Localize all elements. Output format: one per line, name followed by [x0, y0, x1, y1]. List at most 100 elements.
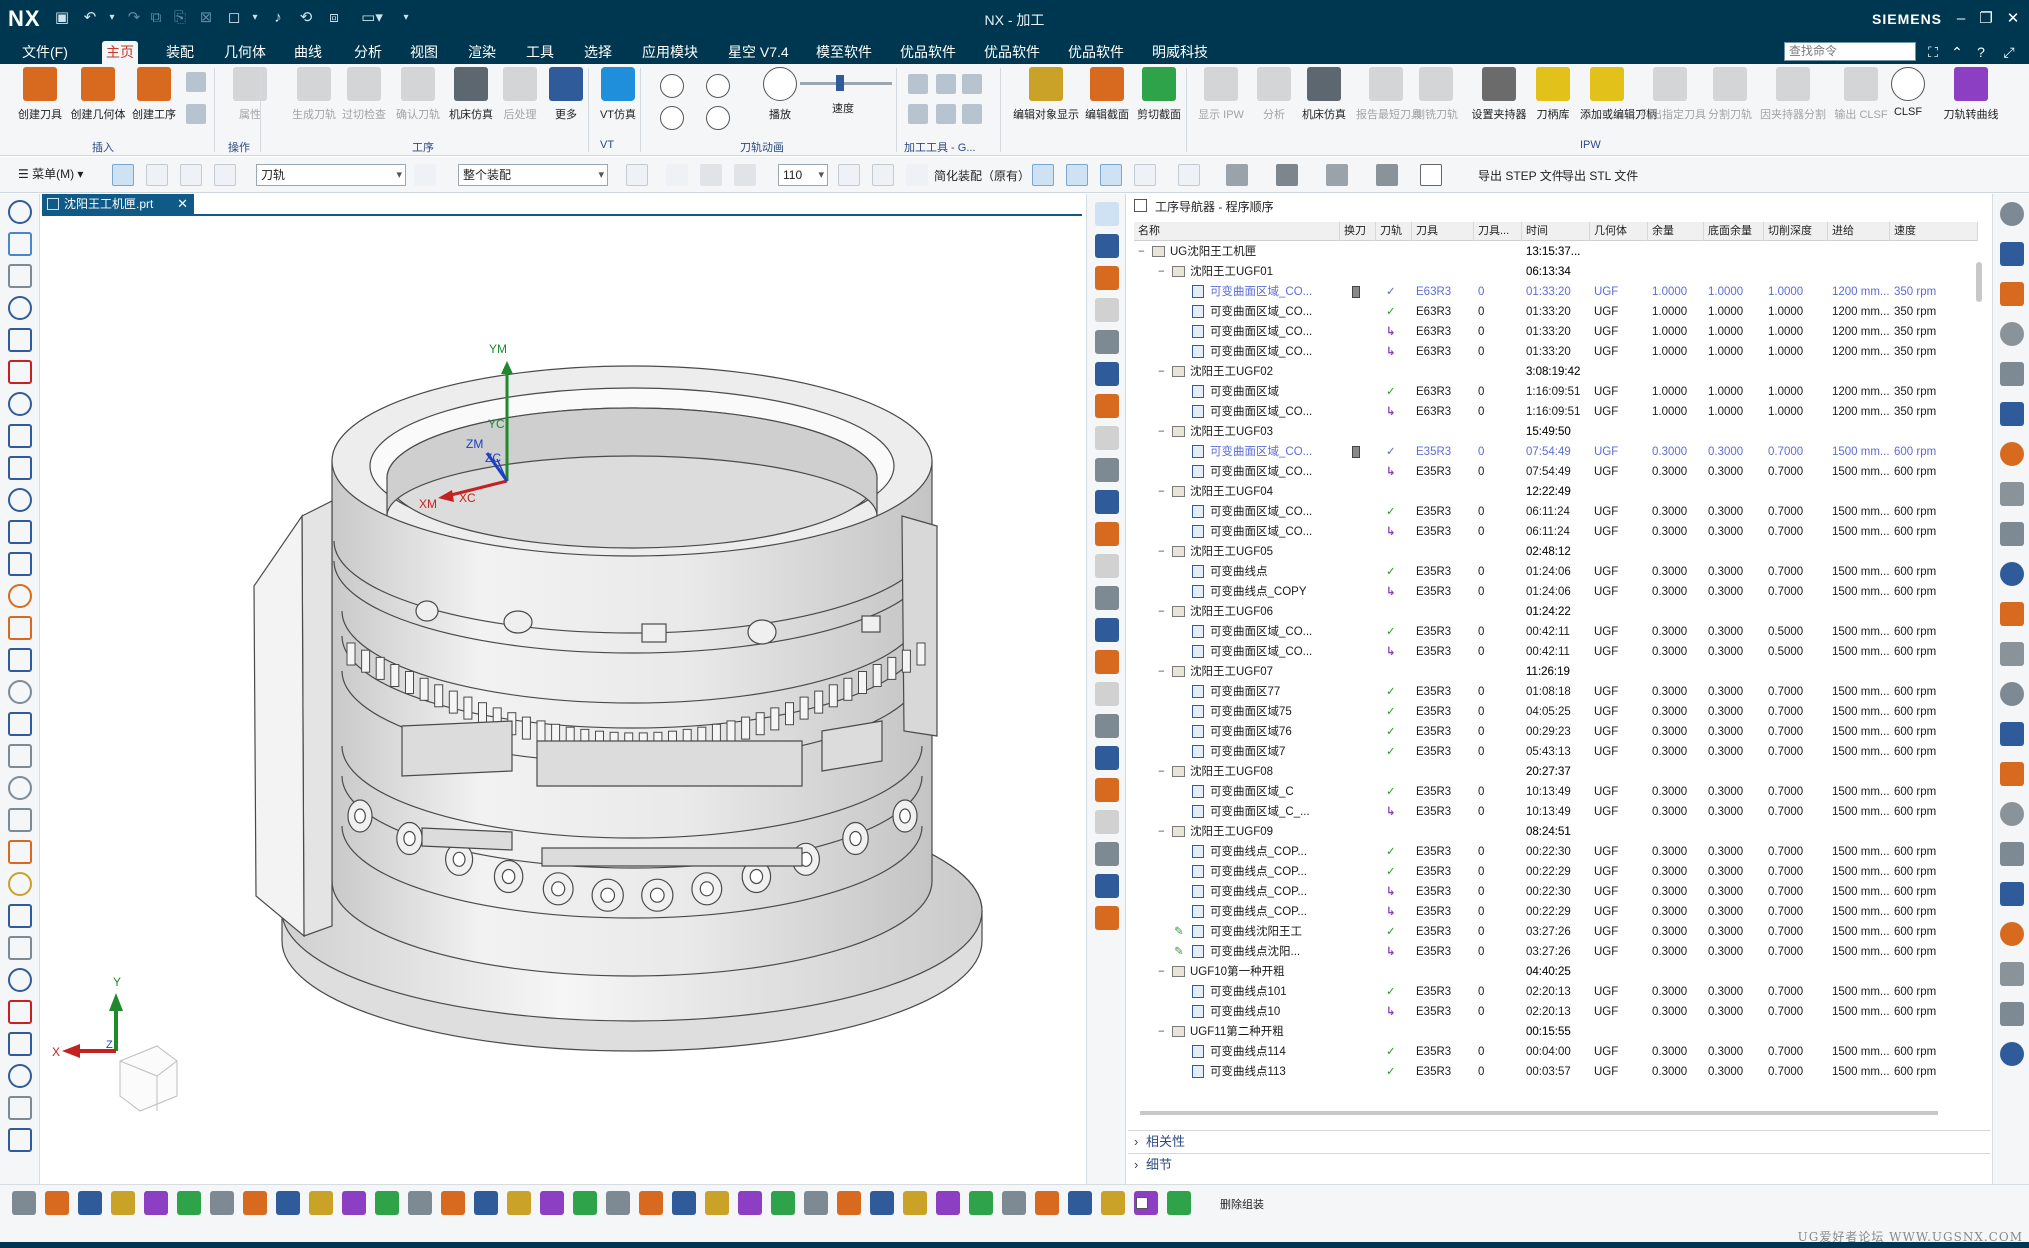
menu-item-16[interactable]: 明威科技 [1148, 41, 1212, 63]
collapse-ribbon-icon[interactable]: ⌃ [1948, 43, 1966, 61]
bottom-tool-icon-0[interactable] [12, 1191, 36, 1215]
curve-tool-icon-5[interactable] [8, 360, 32, 384]
casing-model-view[interactable]: YM YC ZM ZC XM XC Y X Z [42, 216, 1082, 1186]
holder-library-button[interactable]: 刀柄库 [1530, 67, 1576, 122]
toolpath-display-icon[interactable] [1066, 164, 1088, 186]
properties-button[interactable]: 属性 [230, 67, 270, 122]
create-operation-button[interactable]: 创建工序 [126, 67, 182, 122]
menu-item-5[interactable]: 分析 [350, 41, 386, 63]
clip-section-button[interactable]: 剪切截面 [1134, 67, 1184, 122]
operation-row[interactable]: 可变曲线点_COP... ↳ E35R3 0 00:22:29 UGF 0.3000 0.30… [1134, 902, 1978, 922]
bottom-tool-icon-11[interactable] [375, 1191, 399, 1215]
column-header-2[interactable]: 刀轨 [1376, 222, 1412, 241]
machine-simulate-button[interactable]: 机床仿真 [446, 67, 496, 122]
resource-icon-9[interactable] [1095, 490, 1119, 514]
curve-tool-icon-2[interactable] [8, 264, 32, 288]
column-header-1[interactable]: 换刀 [1340, 222, 1376, 241]
operation-row[interactable]: 可变曲线点10 ↳ E35R3 0 02:20:13 UGF 0.3000 0.3000 0.7… [1134, 1002, 1978, 1022]
section-dependencies[interactable]: 相关性 [1128, 1130, 1990, 1153]
speed-slider-thumb[interactable] [836, 75, 844, 91]
bottom-tool-icon-17[interactable] [573, 1191, 597, 1215]
menu-item-11[interactable]: 星空 V7.4 [724, 41, 793, 63]
curve-tool-icon-9[interactable] [8, 488, 32, 512]
resource-icon-21[interactable] [1095, 874, 1119, 898]
column-header-0[interactable]: 名称 [1134, 222, 1340, 241]
operation-row[interactable]: 可变曲面区域_CO... ↳ E35R3 0 06:11:24 UGF 0.3000 0.30… [1134, 522, 1978, 542]
operation-row[interactable]: 可变曲面区域_CO... ↳ E63R3 0 01:33:20 UGF 1.0000 1.00… [1134, 322, 1978, 342]
resource-icon-11[interactable] [1095, 554, 1119, 578]
operation-row[interactable]: 可变曲线点_COP... ↳ E35R3 0 00:22:30 UGF 0.3000 0.30… [1134, 882, 1978, 902]
ribbon-group-5[interactable]: 加工工具 - G... [904, 139, 976, 155]
operation-row[interactable]: 可变曲面区域_CO... ↳ E35R3 0 00:42:11 UGF 0.3000 0.30… [1134, 642, 1978, 662]
resource-icon-5[interactable] [1095, 362, 1119, 386]
operation-row[interactable]: 可变曲面区域_CO... ✓ E35R3 0 07:54:49 UGF 0.3000 0.30… [1134, 442, 1978, 462]
bottom-tool-icon-28[interactable] [936, 1191, 960, 1215]
snap-point-icon[interactable] [1032, 164, 1054, 186]
bottom-tool-icon-4[interactable] [144, 1191, 168, 1215]
resource-icon-3[interactable] [1095, 298, 1119, 322]
zoom-select[interactable]: 110 [778, 164, 828, 186]
side-panel-icon-6[interactable] [2000, 442, 2024, 466]
curve-tool-icon-17[interactable] [8, 744, 32, 768]
bottom-tool-icon-19[interactable] [639, 1191, 663, 1215]
split-toolpath-button[interactable]: 分割刀轨 [1700, 67, 1760, 122]
export-step-button[interactable]: 导出 STEP 文件 [1478, 167, 1564, 184]
resource-icon-7[interactable] [1095, 426, 1119, 450]
show-ipw-button[interactable]: 显示 IPW [1196, 67, 1246, 122]
collapse-toggle-icon[interactable]: − [1158, 422, 1168, 442]
small-tool-icon-6[interactable] [936, 104, 956, 124]
postprocess-button[interactable]: 后处理 [500, 67, 540, 122]
operation-row[interactable]: 可变曲线点113 ✓ E35R3 0 00:03:57 UGF 0.3000 0.3000 0.… [1134, 1062, 1978, 1082]
curve-tool-icon-4[interactable] [8, 328, 32, 352]
curve-tool-icon-12[interactable] [8, 584, 32, 608]
operation-row[interactable]: 可变曲线点_COP... ✓ E35R3 0 00:22:29 UGF 0.3000 0.30… [1134, 862, 1978, 882]
menu-item-9[interactable]: 选择 [580, 41, 616, 63]
operation-row[interactable]: 可变曲面区域_CO... ✓ E63R3 0 01:33:20 UGF 1.0000 1.00… [1134, 282, 1978, 302]
program-group-row[interactable]: − 沈阳王工UGF01 06:13:34 06:13:34 [1134, 262, 1978, 282]
ribbon-group-0[interactable]: 插入 [92, 139, 114, 155]
program-group-row[interactable]: − UGF11第二种开粗 00:15:55 00:15:55 [1134, 1022, 1978, 1042]
clsf-button[interactable]: CLSF [1890, 67, 1926, 118]
ribbon-group-2[interactable]: 工序 [412, 139, 434, 155]
curve-tool-icon-29[interactable] [8, 1128, 32, 1152]
bottom-tool-icon-32[interactable] [1068, 1191, 1092, 1215]
more-button[interactable]: 更多 [548, 67, 584, 122]
create-geometry-button[interactable]: 创建几何体 [68, 67, 128, 122]
bottom-checkbox[interactable] [1136, 1197, 1148, 1209]
side-panel-icon-16[interactable] [2000, 842, 2024, 866]
filter-icon[interactable] [414, 164, 436, 186]
ribbon-group-1[interactable]: 操作 [228, 139, 250, 155]
operation-row[interactable]: 可变曲面区域_CO... ↳ E63R3 0 1:16:09:51 UGF 1.0000 1.… [1134, 402, 1978, 422]
menu-item-3[interactable]: 几何体 [220, 41, 270, 63]
side-panel-icon-9[interactable] [2000, 562, 2024, 586]
collapse-toggle-icon[interactable]: − [1158, 762, 1168, 782]
menu-item-1[interactable]: 主页 [102, 41, 138, 64]
resource-icon-2[interactable] [1095, 266, 1119, 290]
bottom-tool-icon-6[interactable] [210, 1191, 234, 1215]
speed-slider[interactable] [800, 75, 892, 91]
create-tool-button[interactable]: 创建刀具 [12, 67, 68, 122]
program-group-row[interactable]: − UGF10第一种开粗 04:40:25 04:40:25 [1134, 962, 1978, 982]
side-panel-icon-1[interactable] [2000, 242, 2024, 266]
column-header-7[interactable]: 余量 [1648, 222, 1704, 241]
resource-icon-19[interactable] [1095, 810, 1119, 834]
side-panel-icon-15[interactable] [2000, 802, 2024, 826]
collapse-toggle-icon[interactable]: − [1158, 962, 1168, 982]
column-header-6[interactable]: 几何体 [1590, 222, 1648, 241]
bottom-tool-icon-16[interactable] [540, 1191, 564, 1215]
side-mill-toolpath-button[interactable]: 侧铣刀轨 [1410, 67, 1462, 122]
bottom-tool-icon-27[interactable] [903, 1191, 927, 1215]
bottom-tool-icon-18[interactable] [606, 1191, 630, 1215]
curve-tool-icon-15[interactable] [8, 680, 32, 704]
background-icon[interactable] [1420, 164, 1442, 186]
operation-row[interactable]: 可变曲面区域_CO... ↳ E63R3 0 01:33:20 UGF 1.0000 1.00… [1134, 342, 1978, 362]
column-header-11[interactable]: 速度 [1890, 222, 1978, 241]
verify-toolpath-button[interactable]: 确认刀轨 [394, 67, 442, 122]
bottom-tool-icon-25[interactable] [837, 1191, 861, 1215]
shortest-tool-report-button[interactable]: 报告最短刀具 [1356, 67, 1422, 122]
resource-icon-4[interactable] [1095, 330, 1119, 354]
bottom-tool-icon-13[interactable] [441, 1191, 465, 1215]
side-panel-icon-4[interactable] [2000, 362, 2024, 386]
curve-tool-icon-10[interactable] [8, 520, 32, 544]
side-panel-icon-21[interactable] [2000, 1042, 2024, 1066]
